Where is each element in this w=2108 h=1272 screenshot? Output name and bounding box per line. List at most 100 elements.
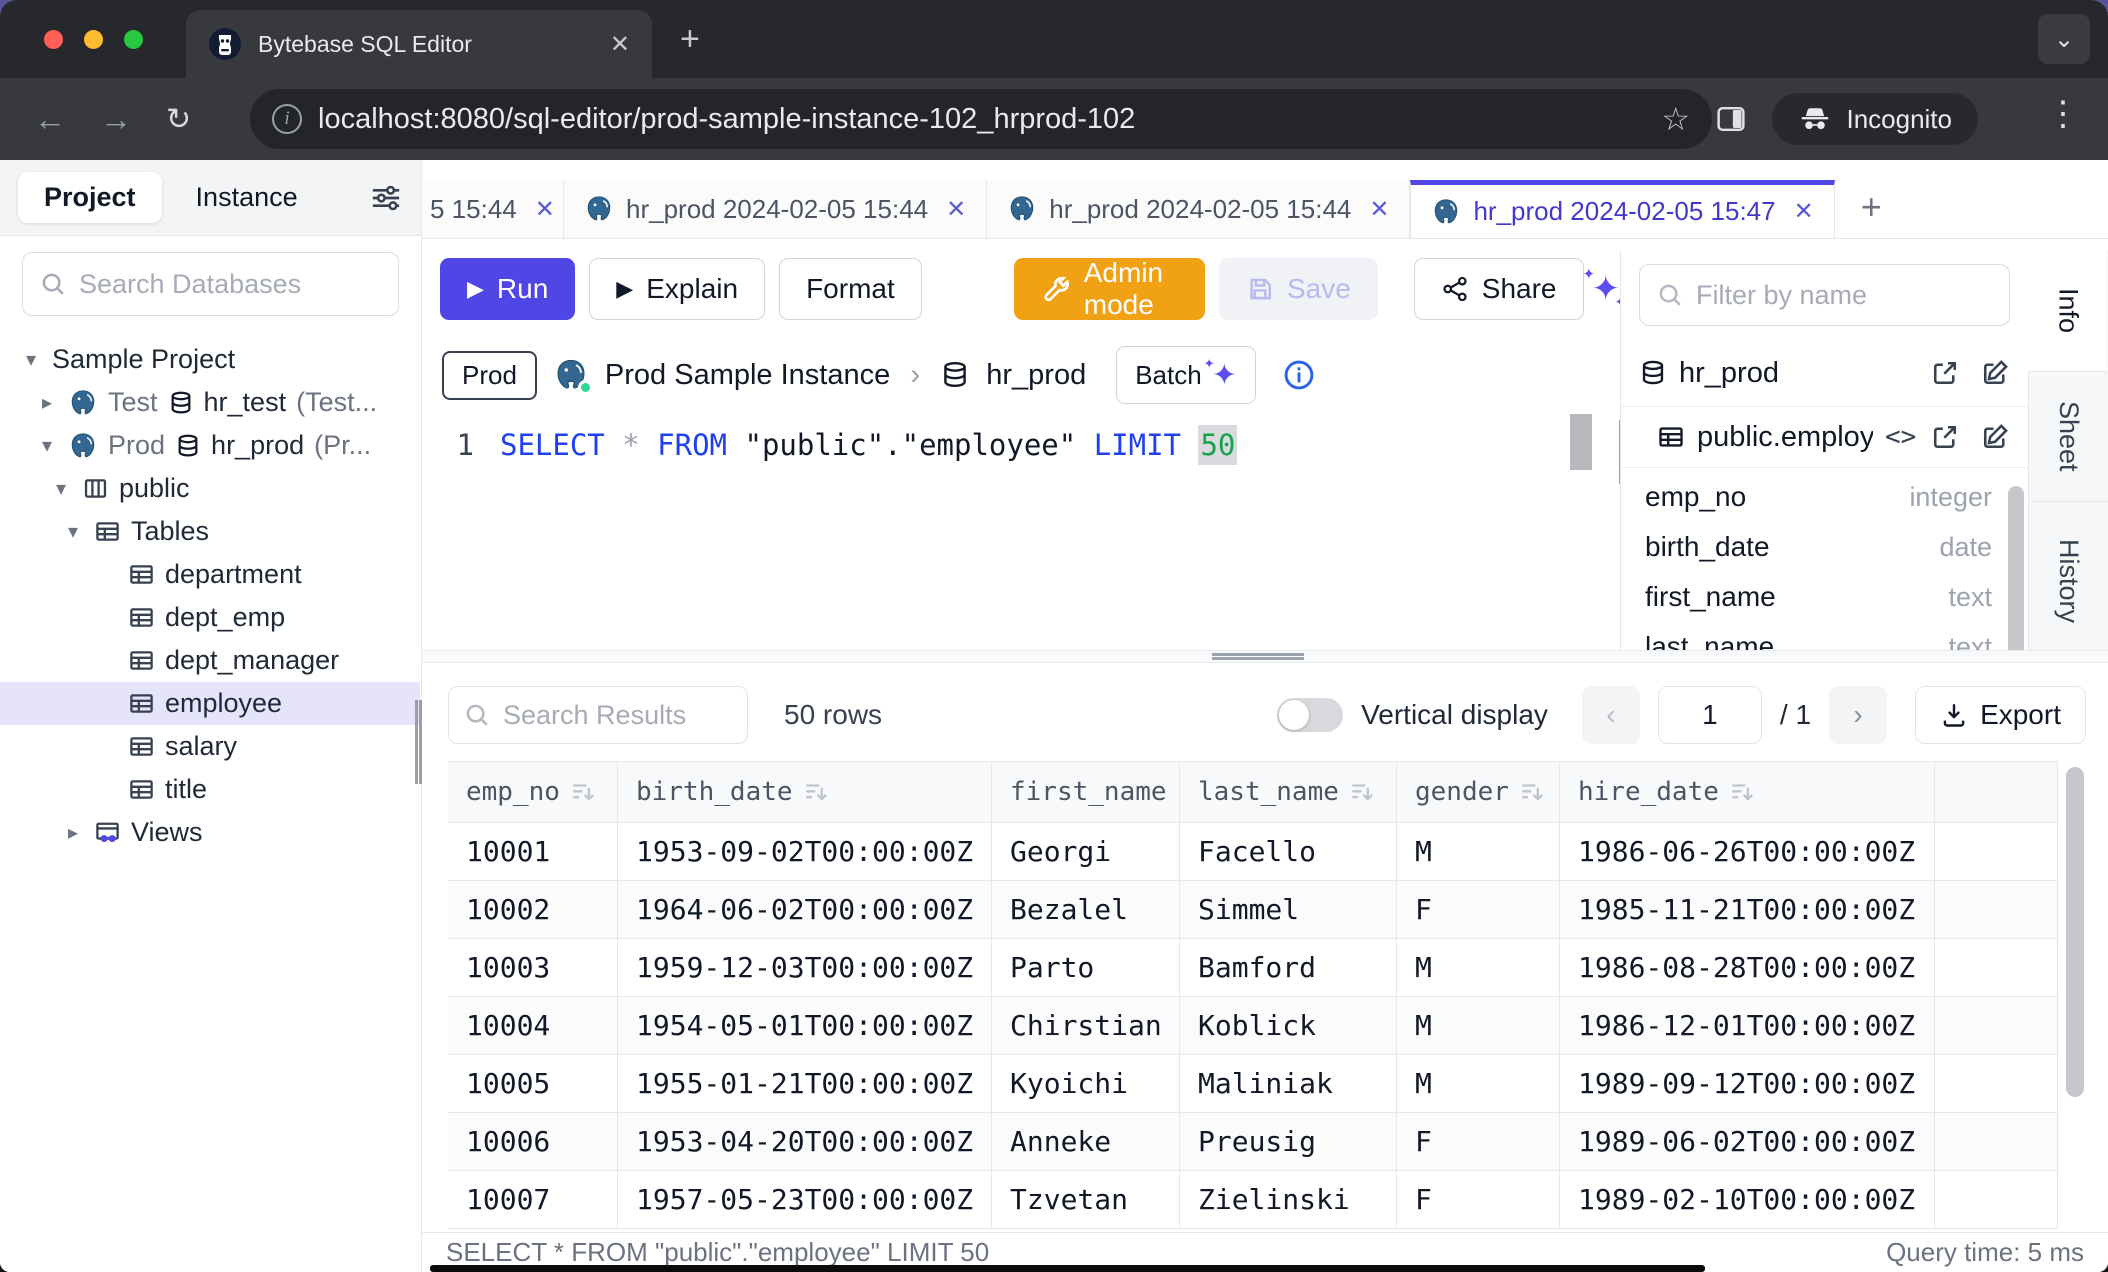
table-row[interactable]: 100011953-09-02T00:00:00ZGeorgiFacelloM1… <box>448 823 2058 881</box>
column-row-emp_no[interactable]: emp_nointeger <box>1621 472 2002 522</box>
page-number-input[interactable]: 1 <box>1658 686 1762 744</box>
cell-birth_date[interactable]: 1957-05-23T00:00:00Z <box>618 1171 992 1229</box>
new-tab-button[interactable]: + <box>680 22 700 56</box>
cell-emp_no[interactable]: 10004 <box>448 997 618 1055</box>
cell-hire_date[interactable]: 1986-12-01T00:00:00Z <box>1560 997 1935 1055</box>
cell-gender[interactable]: M <box>1397 997 1560 1055</box>
sort-icon[interactable] <box>570 779 596 805</box>
external-link-icon[interactable] <box>1930 358 1960 388</box>
tree-settings-icon[interactable] <box>369 181 403 215</box>
cell-first_name[interactable]: Kyoichi <box>992 1055 1180 1113</box>
side-tab-info[interactable]: Info <box>2028 250 2107 372</box>
close-window-button[interactable] <box>44 30 63 49</box>
tab-search-button[interactable]: ⌄ <box>2038 14 2090 64</box>
caret-down-icon[interactable]: ▾ <box>50 476 72 501</box>
cell-last_name[interactable]: Preusig <box>1180 1113 1397 1171</box>
cell-gender[interactable]: F <box>1397 1171 1560 1229</box>
side-panel-icon[interactable] <box>1714 102 1748 136</box>
side-tab-sheet[interactable]: Sheet <box>2029 372 2108 502</box>
query-tab-3[interactable]: hr_prod 2024-02-05 15:47✕ <box>1410 180 1834 238</box>
cell-birth_date[interactable]: 1953-04-20T00:00:00Z <box>618 1113 992 1171</box>
sql-editor[interactable]: 1 SELECT * FROM "public"."employee" LIMI… <box>422 412 1620 650</box>
caret-down-icon[interactable]: ▾ <box>62 519 84 544</box>
format-button[interactable]: Format <box>779 258 922 320</box>
cell-hire_date[interactable]: 1989-02-10T00:00:00Z <box>1560 1171 1935 1229</box>
close-tab-icon[interactable]: ✕ <box>946 195 966 224</box>
divider-grip[interactable] <box>1212 653 1304 660</box>
tree-item-hr-test[interactable]: ▸Testhr_test(Test... <box>0 381 420 424</box>
cell-birth_date[interactable]: 1959-12-03T00:00:00Z <box>618 939 992 997</box>
prev-page-button[interactable]: ‹ <box>1582 686 1640 744</box>
cell-emp_no[interactable]: 10002 <box>448 881 618 939</box>
tree-item-employee[interactable]: employee <box>0 682 420 725</box>
close-tab-icon[interactable]: ✕ <box>1369 195 1389 224</box>
column-header-hire_date[interactable]: hire_date <box>1560 761 1935 823</box>
sort-icon[interactable] <box>1519 779 1545 805</box>
tree-item-dept-emp[interactable]: dept_emp <box>0 596 420 639</box>
tree-item-title[interactable]: title <box>0 768 420 811</box>
cell-hire_date[interactable]: 1986-08-28T00:00:00Z <box>1560 939 1935 997</box>
tree-item-tables[interactable]: ▾Tables <box>0 510 420 553</box>
cell-last_name[interactable]: Koblick <box>1180 997 1397 1055</box>
query-tab-2[interactable]: hr_prod 2024-02-05 15:44✕ <box>987 180 1410 238</box>
cell-birth_date[interactable]: 1964-06-02T00:00:00Z <box>618 881 992 939</box>
cell-gender[interactable]: F <box>1397 1113 1560 1171</box>
table-row[interactable]: 100041954-05-01T00:00:00ZChirstianKoblic… <box>448 997 2058 1055</box>
caret-down-icon[interactable]: ▾ <box>20 347 42 372</box>
table-row[interactable]: 100061953-04-20T00:00:00ZAnnekePreusigF1… <box>448 1113 2058 1171</box>
cell-emp_no[interactable]: 10007 <box>448 1171 618 1229</box>
cell-hire_date[interactable]: 1986-06-26T00:00:00Z <box>1560 823 1935 881</box>
cell-first_name[interactable]: Chirstian <box>992 997 1180 1055</box>
edit-icon[interactable] <box>1980 358 2010 388</box>
admin-mode-button[interactable]: Admin mode <box>1014 258 1205 320</box>
column-header-first_name[interactable]: first_name <box>992 761 1180 823</box>
query-tab-0[interactable]: 5 15:44✕ <box>422 180 564 238</box>
cell-last_name[interactable]: Bamford <box>1180 939 1397 997</box>
cell-hire_date[interactable]: 1989-06-02T00:00:00Z <box>1560 1113 1935 1171</box>
cell-first_name[interactable]: Georgi <box>992 823 1180 881</box>
search-results-input[interactable]: Search Results <box>448 686 748 744</box>
cell-emp_no[interactable]: 10005 <box>448 1055 618 1113</box>
column-header-last_name[interactable]: last_name <box>1180 761 1397 823</box>
cell-birth_date[interactable]: 1954-05-01T00:00:00Z <box>618 997 992 1055</box>
minimize-window-button[interactable] <box>84 30 103 49</box>
caret-down-icon[interactable]: ▾ <box>36 433 58 458</box>
new-query-tab-button[interactable]: + <box>1861 186 1882 228</box>
cell-last_name[interactable]: Maliniak <box>1180 1055 1397 1113</box>
browser-tab[interactable]: Bytebase SQL Editor ✕ <box>186 10 652 78</box>
database-name[interactable]: hr_prod <box>986 359 1086 392</box>
column-row-birth_date[interactable]: birth_datedate <box>1621 522 2002 572</box>
table-row[interactable]: 100031959-12-03T00:00:00ZPartoBamfordM19… <box>448 939 2058 997</box>
close-tab-icon[interactable]: ✕ <box>1794 197 1814 226</box>
editor-scrollbar[interactable] <box>1570 414 1592 574</box>
cell-last_name[interactable]: Simmel <box>1180 881 1397 939</box>
cell-hire_date[interactable]: 1989-09-12T00:00:00Z <box>1560 1055 1935 1113</box>
cell-first_name[interactable]: Bezalel <box>992 881 1180 939</box>
ai-sparkle-icon[interactable]: ✦✦✦ <box>1592 269 1621 309</box>
tree-item-department[interactable]: department <box>0 553 420 596</box>
table-row[interactable]: 100021964-06-02T00:00:00ZBezalelSimmelF1… <box>448 881 2058 939</box>
query-tab-1[interactable]: hr_prod 2024-02-05 15:44✕ <box>564 180 987 238</box>
table-row[interactable]: 100071957-05-23T00:00:00ZTzvetanZielinsk… <box>448 1171 2058 1229</box>
external-link-icon[interactable] <box>1930 422 1960 452</box>
cell-emp_no[interactable]: 10001 <box>448 823 618 881</box>
column-header-emp_no[interactable]: emp_no <box>448 761 618 823</box>
cell-gender[interactable]: M <box>1397 939 1560 997</box>
cell-first_name[interactable]: Parto <box>992 939 1180 997</box>
cell-first_name[interactable]: Anneke <box>992 1113 1180 1171</box>
batch-button[interactable]: Batch ✦✦ <box>1116 346 1256 404</box>
cell-birth_date[interactable]: 1953-09-02T00:00:00Z <box>618 823 992 881</box>
cell-emp_no[interactable]: 10003 <box>448 939 618 997</box>
tree-item-public[interactable]: ▾public <box>0 467 420 510</box>
instance-name[interactable]: Prod Sample Instance <box>605 359 890 392</box>
filter-by-name-input[interactable]: Filter by name <box>1639 264 2010 326</box>
run-button[interactable]: ▶ Run <box>440 258 575 320</box>
cell-gender[interactable]: M <box>1397 823 1560 881</box>
column-row-first_name[interactable]: first_nametext <box>1621 572 2002 622</box>
cell-gender[interactable]: F <box>1397 881 1560 939</box>
reload-icon[interactable]: ↻ <box>166 102 191 137</box>
caret-right-icon[interactable]: ▸ <box>62 820 84 845</box>
tree-item-hr-prod[interactable]: ▾Prodhr_prod(Pr... <box>0 424 420 467</box>
address-bar[interactable]: i localhost:8080/sql-editor/prod-sample-… <box>250 89 1712 149</box>
url-text[interactable]: localhost:8080/sql-editor/prod-sample-in… <box>318 103 1645 136</box>
